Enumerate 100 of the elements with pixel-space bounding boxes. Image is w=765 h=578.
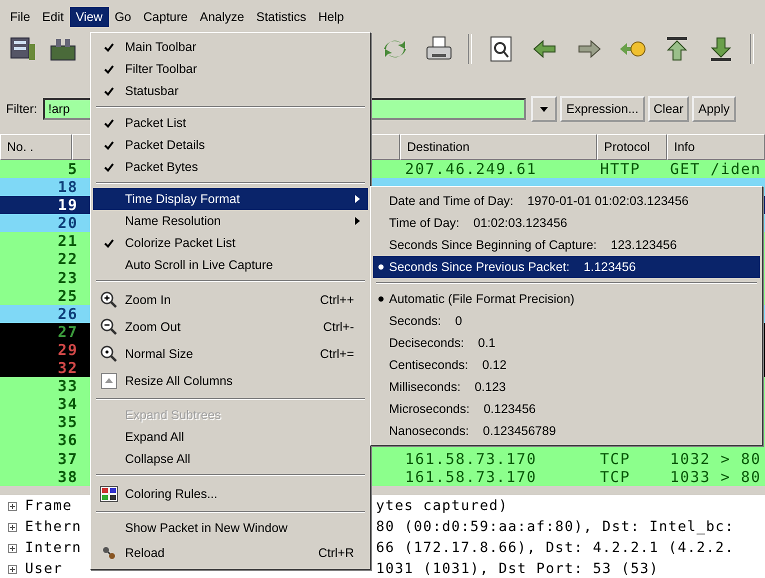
- menu-item[interactable]: Seconds Since Beginning of Capture: 123.123456: [373, 234, 760, 256]
- menu-item-label: Centiseconds:: [389, 358, 468, 372]
- columns-icon: [101, 372, 117, 388]
- menu-item[interactable]: Zoom Out Ctrl+-: [93, 313, 368, 340]
- menu-item-label: Seconds Since Previous Packet:: [389, 260, 570, 274]
- packet-number: 5: [68, 162, 78, 176]
- detail-text: User: [25, 561, 63, 578]
- menu-item[interactable]: Deciseconds: 0.1: [373, 332, 760, 354]
- expand-icon[interactable]: [8, 564, 17, 574]
- menu-item-label: Seconds Since Beginning of Capture:: [389, 238, 597, 252]
- menu-item[interactable]: Main Toolbar: [93, 36, 368, 58]
- menu-item[interactable]: Seconds Since Previous Packet: 1.123456: [373, 256, 760, 278]
- menu-bar-item[interactable]: Go: [108, 7, 138, 27]
- column-header[interactable]: Info: [667, 134, 765, 160]
- menu-bar-item[interactable]: Statistics: [250, 7, 312, 27]
- menu-item[interactable]: Time Display Format: [93, 188, 368, 210]
- shortcut-text: Ctrl+R: [318, 546, 354, 560]
- filter-button[interactable]: Expression...: [560, 96, 645, 122]
- menu-item-label: Filter Toolbar: [125, 62, 198, 76]
- menu-item-label: Auto Scroll in Live Capture: [125, 258, 274, 272]
- sample-value: 0.12: [482, 358, 507, 372]
- detail-text: Frame: [25, 498, 72, 514]
- menu-item-label: Microseconds:: [389, 402, 470, 416]
- menu-item-label: Milliseconds:: [389, 380, 461, 394]
- menu-item[interactable]: Packet List: [93, 112, 368, 134]
- menu-item[interactable]: Name Resolution: [93, 210, 368, 232]
- menu-item[interactable]: Collapse All: [93, 448, 368, 470]
- shortcut-text: Ctrl+=: [320, 346, 354, 360]
- info-cell: 1032 > 80: [670, 450, 762, 468]
- menu-item-label: Collapse All: [125, 452, 192, 466]
- filter-button[interactable]: Clear: [648, 96, 690, 122]
- menu-item[interactable]: Normal Size Ctrl+=: [93, 340, 368, 367]
- menu-item[interactable]: Expand All: [93, 426, 368, 448]
- menu-item-label: Expand All: [125, 430, 186, 444]
- menu-item[interactable]: Automatic (File Format Precision): [373, 288, 760, 310]
- menu-item[interactable]: Filter Toolbar: [93, 58, 368, 80]
- menu-item[interactable]: Time of Day: 01:02:03.123456: [373, 212, 760, 234]
- caret-icon: [540, 106, 548, 112]
- menu-item-label: Date and Time of Day:: [389, 194, 514, 208]
- menu-item[interactable]: Centiseconds: 0.12: [373, 354, 760, 376]
- menu-bar-item[interactable]: Edit: [36, 7, 70, 27]
- packet-number: 21: [58, 234, 78, 248]
- detail-text: 66 (172.17.8.66), Dst: 4.2.2.1 (4.2.2.: [376, 540, 734, 556]
- protocol-cell-text: TCP: [600, 450, 632, 468]
- packet-number: 35: [58, 415, 78, 430]
- detail-text: Ethern: [25, 519, 82, 536]
- menu-item[interactable]: Date and Time of Day: 1970-01-01 01:02:03.123456: [373, 190, 760, 212]
- menu-bar-item[interactable]: Analyze: [194, 7, 250, 27]
- packet-number: 38: [58, 470, 78, 484]
- magnifier-icon: [100, 344, 118, 362]
- menu-item[interactable]: Colorize Packet List: [93, 232, 368, 254]
- detail-text: 1031 (1031), Dst Port: 53 (53): [376, 561, 659, 578]
- expand-icon[interactable]: [8, 522, 17, 532]
- packet-number: 23: [58, 270, 78, 285]
- filter-label: Filter:: [6, 102, 38, 116]
- menu-item[interactable]: Reload Ctrl+R: [93, 539, 368, 566]
- protocol-cell-text: HTTP: [600, 160, 642, 178]
- menu-item-label: Coloring Rules...: [125, 486, 218, 500]
- menu-item-label: Show Packet in New Window: [125, 521, 289, 535]
- menu-bar-item[interactable]: Help: [312, 7, 350, 27]
- menu-item[interactable]: Seconds: 0: [373, 310, 760, 332]
- submenu-arrow-icon: [355, 217, 360, 225]
- filter-button[interactable]: Apply: [692, 96, 736, 122]
- column-header[interactable]: Protocol: [597, 134, 667, 160]
- palette-icon: [100, 486, 118, 502]
- expand-icon[interactable]: [8, 502, 17, 511]
- destination-cell-text: 207.46.249.61: [405, 160, 538, 178]
- menu-item-label: Packet Bytes: [125, 160, 199, 174]
- packet-number: 32: [58, 361, 78, 376]
- sample-value: 0.1: [478, 336, 496, 350]
- expand-icon[interactable]: [8, 544, 17, 553]
- sample-value: 0: [455, 314, 462, 328]
- menu-item[interactable]: Resize All Columns: [93, 367, 368, 394]
- menu-item-label: Packet List: [125, 116, 188, 130]
- filter-dropdown-button[interactable]: [531, 96, 558, 122]
- menu-item-label: Main Toolbar: [125, 40, 198, 54]
- packet-number: 18: [58, 180, 78, 194]
- menu-item[interactable]: Statusbar: [93, 80, 368, 102]
- protocol-cell-text: TCP: [600, 468, 632, 486]
- menu-item[interactable]: Nanoseconds: 0.123456789: [373, 420, 760, 442]
- column-header[interactable]: Destination: [400, 134, 597, 160]
- menu-item[interactable]: Zoom In Ctrl++: [93, 286, 368, 313]
- menu-item-label: Resize All Columns: [125, 374, 234, 388]
- menu-item[interactable]: Auto Scroll in Live Capture: [93, 254, 368, 276]
- menu-bar-item[interactable]: Capture: [137, 7, 194, 27]
- packet-number: 37: [58, 452, 78, 466]
- menu-item-label: Automatic (File Format Precision): [389, 292, 574, 306]
- menu-item[interactable]: Packet Details: [93, 134, 368, 156]
- sample-value: 0.123: [474, 380, 506, 394]
- menu-bar-item[interactable]: View: [70, 7, 109, 27]
- menu-item-label: Deciseconds:: [389, 336, 464, 350]
- menu-item[interactable]: Show Packet in New Window: [93, 517, 368, 539]
- submenu-arrow-icon: [355, 195, 360, 203]
- packet-number: 25: [58, 288, 78, 303]
- column-header[interactable]: No. .: [0, 134, 72, 160]
- sample-value: 1.123456: [584, 260, 636, 274]
- menu-item[interactable]: Microseconds: 0.123456: [373, 398, 760, 420]
- menu-item-label: Zoom In: [125, 292, 172, 306]
- menu-item[interactable]: Milliseconds: 0.123: [373, 376, 760, 398]
- menu-bar-item[interactable]: File: [4, 7, 36, 27]
